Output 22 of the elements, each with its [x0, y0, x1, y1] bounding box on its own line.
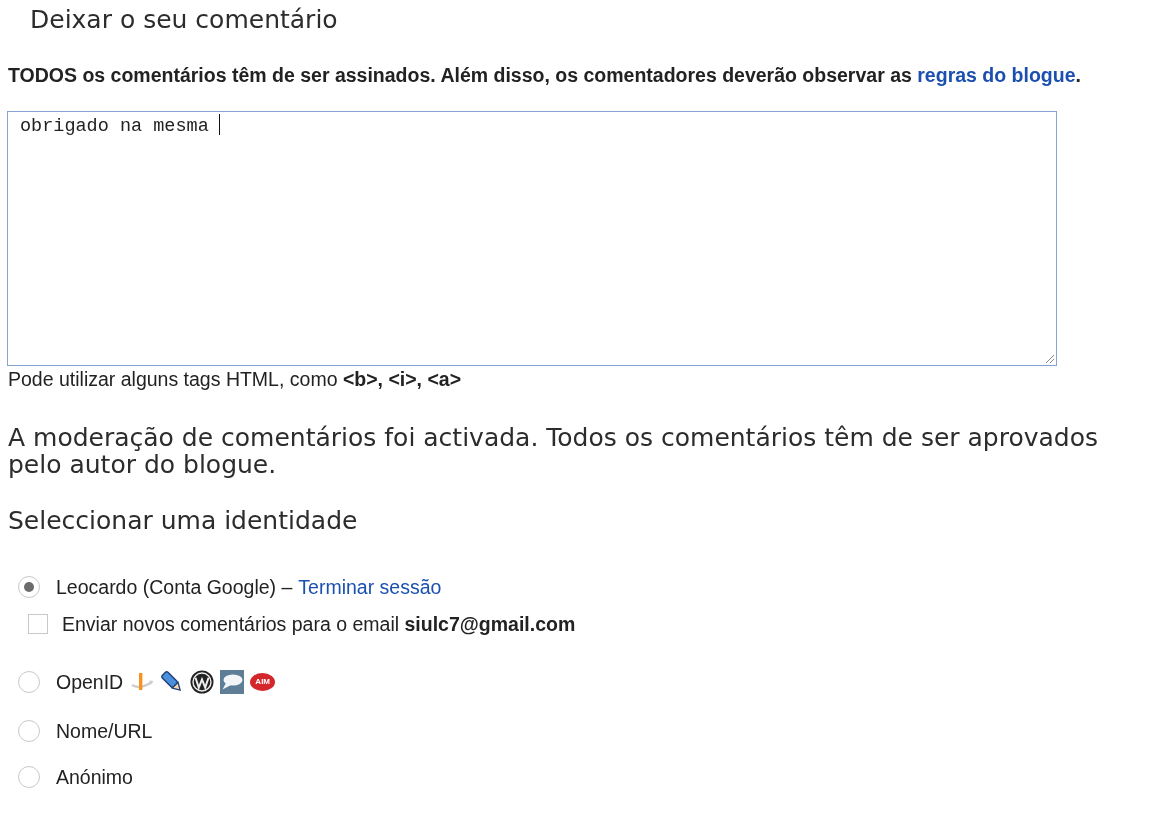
- identity-label: OpenID: [56, 670, 124, 694]
- radio-button[interactable]: [18, 576, 40, 598]
- resize-grip-icon[interactable]: [1045, 354, 1055, 364]
- identity-label: Leocardo (Conta Google) –: [56, 575, 293, 599]
- email-notify-label: Enviar novos comentários para o email siulc7@gmail.com: [62, 612, 576, 636]
- identity-label: Nome/URL: [56, 719, 153, 743]
- identity-label: Anónimo: [56, 765, 133, 789]
- comment-field[interactable]: obrigado na mesma: [7, 111, 1057, 366]
- html-tags-hint: Pode utilizar alguns tags HTML, como <b>, <i>, <a>: [8, 368, 462, 390]
- form-title: Deixar o seu comentário: [30, 4, 338, 36]
- logo-badge[interactable]: AIM: [250, 673, 276, 691]
- checkbox[interactable]: [28, 614, 48, 634]
- section-heading: Seleccionar uma identidade: [8, 505, 358, 537]
- sign-out-link[interactable]: Terminar sessão: [298, 575, 442, 599]
- w-circle-icon[interactable]: [190, 670, 215, 694]
- blog-rules-link[interactable]: regras do blogue: [917, 64, 1076, 86]
- radio-button[interactable]: [18, 671, 40, 693]
- radio-button[interactable]: [18, 720, 40, 742]
- moderation-notice: A moderação de comentários foi activada. Todos os comentários têm de ser aprovados pelo autor do blogue.: [8, 423, 1099, 479]
- speech-bubble-icon[interactable]: [220, 670, 245, 694]
- comment-rules-text: TODOS os comentários têm de ser assinados. Além disso, os comentadores deverão observar as regras do blogue.: [8, 64, 1081, 86]
- radio-button[interactable]: [18, 766, 40, 788]
